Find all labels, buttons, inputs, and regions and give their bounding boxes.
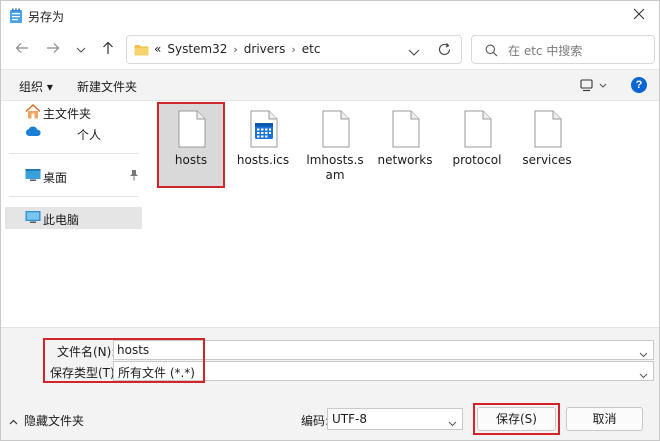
file-name: hosts.ics <box>236 153 290 167</box>
forward-button[interactable] <box>41 37 65 61</box>
file-name: networks <box>377 153 433 167</box>
calendar-file-icon <box>250 110 278 148</box>
file-item-services[interactable]: services <box>515 104 579 186</box>
up-button[interactable] <box>96 37 120 61</box>
sidebar-item-label: 桌面 <box>43 171 68 185</box>
refresh-icon[interactable] <box>437 42 452 60</box>
arrow-right-icon <box>46 42 60 57</box>
breadcrumb-item-system32[interactable]: System32 <box>167 42 227 56</box>
sidebar-item-label: 此电脑 <box>43 213 80 227</box>
notepad-icon <box>9 8 23 24</box>
save-as-dialog: 另存为 « System32 › drivers › etc 在 etc 中搜索… <box>0 0 660 441</box>
file-icon <box>464 110 492 148</box>
new-folder-button[interactable]: 新建文件夹 <box>77 78 137 95</box>
view-icon <box>579 79 609 98</box>
help-icon: ? <box>635 79 643 91</box>
chevron-down-icon[interactable] <box>639 368 648 382</box>
file-list: hosts hosts.ics lmhosts.sam networks pro… <box>144 101 659 327</box>
close-icon <box>633 8 645 23</box>
breadcrumb: « System32 › drivers › etc <box>154 42 320 56</box>
file-icon <box>392 110 420 148</box>
sidebar-item-home[interactable]: 主文件夹 <box>5 101 142 123</box>
search-input[interactable] <box>506 40 650 61</box>
window-title: 另存为 <box>28 10 65 24</box>
hide-folders-label: 隐藏文件夹 <box>24 414 85 428</box>
file-item-hosts-ics[interactable]: hosts.ics <box>231 104 295 186</box>
filetype-label: 保存类型(T): <box>50 366 119 380</box>
arrow-left-icon <box>15 42 29 57</box>
sidebar-item-label: 个人 <box>77 128 102 142</box>
sidebar-item-this-pc[interactable]: 此电脑 <box>5 207 142 229</box>
file-name: services <box>522 153 572 167</box>
navigation-pane: 主文件夹 个人 桌面 此电脑 <box>1 101 144 327</box>
encoding-value: UTF-8 <box>332 412 367 426</box>
file-name: protocol <box>452 153 502 167</box>
sidebar-item-label: 主文件夹 <box>43 107 92 121</box>
filetype-value: 所有文件 (*.*) <box>118 366 195 380</box>
arrow-up-icon <box>102 41 114 58</box>
save-button[interactable]: 保存(S) <box>477 407 556 431</box>
filetype-select[interactable]: 所有文件 (*.*) <box>113 361 654 381</box>
file-icon <box>534 110 562 148</box>
file-name: hosts <box>174 153 208 167</box>
breadcrumb-item-drivers[interactable]: drivers <box>244 42 286 56</box>
chevron-right-icon: › <box>291 42 296 56</box>
encoding-select[interactable]: UTF-8 <box>327 408 463 430</box>
navigation-bar: « System32 › drivers › etc <box>1 31 659 69</box>
hide-folders-toggle[interactable]: 隐藏文件夹 <box>9 412 84 429</box>
organize-menu[interactable]: 组织 ▾ <box>19 78 53 95</box>
file-item-protocol[interactable]: protocol <box>445 104 509 186</box>
chevron-down-icon <box>76 42 86 56</box>
view-options-button[interactable] <box>579 77 609 95</box>
search-box[interactable] <box>471 35 655 64</box>
file-item-hosts[interactable]: hosts <box>157 102 225 188</box>
save-form: 文件名(N): 保存类型(T): 所有文件 (*.*) 隐藏文件夹 编码: UT… <box>1 327 659 440</box>
command-bar: 组织 ▾ 新建文件夹 ? <box>1 69 659 101</box>
chevron-down-icon[interactable] <box>639 347 648 361</box>
filename-field[interactable] <box>113 340 654 360</box>
sidebar-item-desktop[interactable]: 桌面 <box>5 165 142 187</box>
desktop-icon <box>25 168 41 185</box>
cancel-button[interactable]: 取消 <box>566 407 643 431</box>
pin-icon[interactable] <box>129 169 139 184</box>
file-name: lmhosts.sam <box>306 153 364 182</box>
chevron-down-icon[interactable] <box>448 416 457 430</box>
file-item-networks[interactable]: networks <box>373 104 437 186</box>
address-bar[interactable]: « System32 › drivers › etc <box>126 35 462 64</box>
address-dropdown-icon[interactable] <box>408 45 420 59</box>
close-button[interactable] <box>627 4 651 26</box>
recent-locations-button[interactable] <box>69 37 93 61</box>
title-bar: 另存为 <box>1 1 659 31</box>
search-icon <box>485 44 498 60</box>
filename-input[interactable] <box>117 342 617 358</box>
computer-icon <box>25 210 41 227</box>
chevron-up-icon <box>9 414 18 428</box>
sidebar-divider <box>9 153 138 154</box>
help-button[interactable]: ? <box>631 77 647 93</box>
chevron-right-icon: › <box>233 42 238 56</box>
home-icon <box>25 104 41 122</box>
sidebar-divider <box>9 196 138 197</box>
file-item-lmhosts-sam[interactable]: lmhosts.sam <box>303 104 367 186</box>
encoding-label: 编码: <box>301 414 330 428</box>
folder-icon <box>134 44 149 59</box>
breadcrumb-item-etc[interactable]: etc <box>302 42 321 56</box>
back-button[interactable] <box>10 37 34 61</box>
file-icon <box>322 110 350 148</box>
file-icon <box>178 110 206 148</box>
filename-label: 文件名(N): <box>57 345 116 359</box>
cloud-icon <box>25 125 41 140</box>
sidebar-item-personal[interactable]: 个人 <box>5 122 142 144</box>
breadcrumb-overflow[interactable]: « <box>154 42 161 56</box>
